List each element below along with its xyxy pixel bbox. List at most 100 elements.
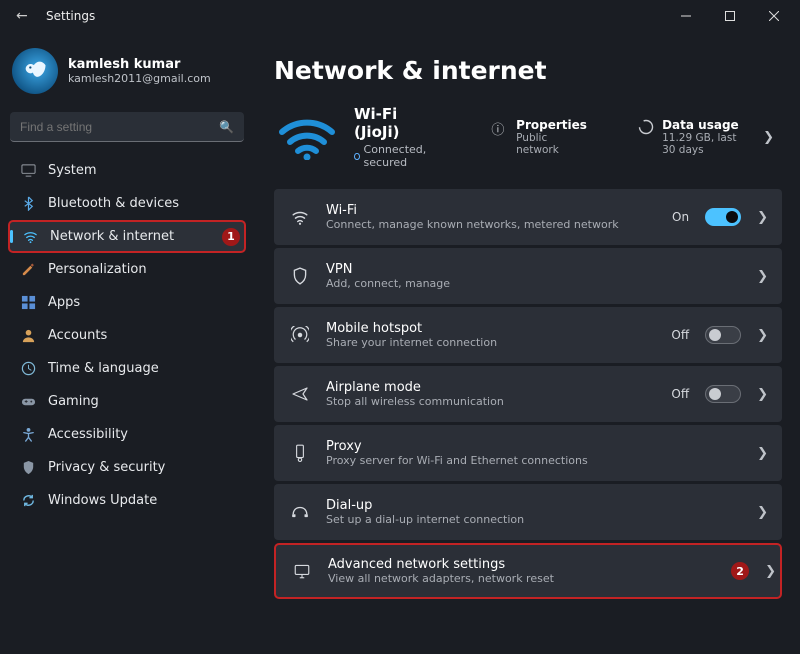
advanced-icon bbox=[292, 562, 312, 580]
window-title: Settings bbox=[46, 9, 95, 23]
maximize-button[interactable] bbox=[708, 1, 752, 31]
main-content: Network & internet Wi-Fi (JioJi) Connect… bbox=[252, 32, 800, 654]
search-box[interactable]: 🔍 bbox=[10, 112, 244, 142]
sidebar-item-label: Windows Update bbox=[48, 493, 157, 508]
row-title: Mobile hotspot bbox=[326, 321, 655, 336]
sidebar-item-accessibility[interactable]: Accessibility bbox=[8, 418, 246, 451]
row-vpn[interactable]: VPN Add, connect, manage ❯ bbox=[274, 248, 782, 304]
sidebar-item-label: Personalization bbox=[48, 262, 147, 277]
chevron-right-icon: ❯ bbox=[757, 387, 768, 402]
apps-icon bbox=[20, 295, 36, 311]
row-title: VPN bbox=[326, 262, 741, 277]
row-subtitle: Connect, manage known networks, metered … bbox=[326, 218, 656, 231]
sidebar-item-network[interactable]: Network & internet 1 bbox=[8, 220, 246, 253]
sidebar-item-label: Network & internet bbox=[50, 229, 174, 244]
row-subtitle: Share your internet connection bbox=[326, 336, 655, 349]
accounts-icon bbox=[20, 328, 36, 344]
chevron-right-icon: ❯ bbox=[765, 564, 776, 579]
chevron-right-icon: ❯ bbox=[757, 505, 768, 520]
airplane-toggle[interactable] bbox=[705, 385, 741, 403]
close-button[interactable] bbox=[752, 1, 796, 31]
row-title: Dial-up bbox=[326, 498, 741, 513]
row-subtitle: Add, connect, manage bbox=[326, 277, 741, 290]
chevron-right-icon: ❯ bbox=[757, 210, 768, 225]
sidebar-item-label: Accessibility bbox=[48, 427, 128, 442]
sidebar-item-label: System bbox=[48, 163, 96, 178]
row-subtitle: View all network adapters, network reset bbox=[328, 572, 715, 585]
time-icon bbox=[20, 361, 36, 377]
sidebar-item-label: Gaming bbox=[48, 394, 99, 409]
hotspot-icon bbox=[290, 326, 310, 344]
wifi-name: Wi-Fi (JioJi) bbox=[354, 105, 441, 141]
toggle-state-label: Off bbox=[671, 328, 689, 342]
wifi-status[interactable]: Wi-Fi (JioJi) Connected, secured bbox=[354, 105, 441, 169]
search-icon: 🔍 bbox=[219, 120, 234, 134]
dialup-icon bbox=[290, 503, 310, 521]
row-title: Wi-Fi bbox=[326, 203, 656, 218]
status-card: Wi-Fi (JioJi) Connected, secured ⓘ Prope… bbox=[274, 103, 782, 189]
bluetooth-icon bbox=[20, 196, 36, 212]
row-title: Airplane mode bbox=[326, 380, 655, 395]
toggle-state-label: On bbox=[672, 210, 689, 224]
network-icon bbox=[22, 229, 38, 245]
row-title: Advanced network settings bbox=[328, 557, 715, 572]
profile-name: kamlesh kumar bbox=[68, 57, 211, 72]
sidebar-item-label: Time & language bbox=[48, 361, 159, 376]
sidebar-item-label: Privacy & security bbox=[48, 460, 165, 475]
avatar bbox=[12, 48, 58, 94]
toggle-state-label: Off bbox=[671, 387, 689, 401]
profile[interactable]: kamlesh kumar kamlesh2011@gmail.com bbox=[8, 40, 246, 108]
proxy-icon bbox=[290, 444, 310, 462]
update-icon bbox=[20, 493, 36, 509]
row-subtitle: Stop all wireless communication bbox=[326, 395, 655, 408]
row-wifi[interactable]: Wi-Fi Connect, manage known networks, me… bbox=[274, 189, 782, 245]
row-advanced[interactable]: Advanced network settings View all netwo… bbox=[274, 543, 782, 599]
sidebar-item-gaming[interactable]: Gaming bbox=[8, 385, 246, 418]
row-subtitle: Proxy server for Wi-Fi and Ethernet conn… bbox=[326, 454, 741, 467]
titlebar: ← Settings bbox=[0, 0, 800, 32]
sidebar-item-update[interactable]: Windows Update bbox=[8, 484, 246, 517]
vpn-icon bbox=[290, 267, 310, 285]
sidebar-item-label: Bluetooth & devices bbox=[48, 196, 179, 211]
system-icon bbox=[20, 163, 36, 179]
chevron-right-icon: ❯ bbox=[757, 446, 768, 461]
wifi-toggle[interactable] bbox=[705, 208, 741, 226]
wifi-state: Connected, secured bbox=[364, 143, 442, 169]
globe-icon bbox=[354, 153, 360, 160]
chevron-right-icon: ❯ bbox=[757, 328, 768, 343]
search-input[interactable] bbox=[20, 120, 219, 134]
sidebar-item-time[interactable]: Time & language bbox=[8, 352, 246, 385]
sidebar-item-label: Apps bbox=[48, 295, 80, 310]
page-title: Network & internet bbox=[274, 56, 782, 85]
accessibility-icon bbox=[20, 427, 36, 443]
gaming-icon bbox=[20, 394, 36, 410]
wifi-signal-icon bbox=[276, 113, 338, 161]
sidebar-item-personalization[interactable]: Personalization bbox=[8, 253, 246, 286]
airplane-icon bbox=[290, 385, 310, 403]
profile-email: kamlesh2011@gmail.com bbox=[68, 72, 211, 85]
row-dialup[interactable]: Dial-up Set up a dial-up internet connec… bbox=[274, 484, 782, 540]
sidebar-item-apps[interactable]: Apps bbox=[8, 286, 246, 319]
sidebar: kamlesh kumar kamlesh2011@gmail.com 🔍 Sy… bbox=[0, 32, 252, 654]
back-button[interactable]: ← bbox=[16, 8, 38, 24]
row-airplane[interactable]: Airplane mode Stop all wireless communic… bbox=[274, 366, 782, 422]
row-hotspot[interactable]: Mobile hotspot Share your internet conne… bbox=[274, 307, 782, 363]
sidebar-item-label: Accounts bbox=[48, 328, 107, 343]
properties-link[interactable]: ⓘ Properties Public network bbox=[491, 118, 588, 156]
row-proxy[interactable]: Proxy Proxy server for Wi-Fi and Etherne… bbox=[274, 425, 782, 481]
callout-badge-2: 2 bbox=[731, 562, 749, 580]
chevron-right-icon[interactable]: ❯ bbox=[759, 130, 778, 145]
privacy-icon bbox=[20, 460, 36, 476]
sidebar-item-system[interactable]: System bbox=[8, 154, 246, 187]
sidebar-item-accounts[interactable]: Accounts bbox=[8, 319, 246, 352]
callout-badge-1: 1 bbox=[222, 228, 240, 246]
row-subtitle: Set up a dial-up internet connection bbox=[326, 513, 741, 526]
hotspot-toggle[interactable] bbox=[705, 326, 741, 344]
wifi-icon bbox=[290, 208, 310, 226]
data-usage-link[interactable]: Data usage 11.29 GB, last 30 days bbox=[638, 118, 743, 156]
info-icon: ⓘ bbox=[491, 119, 508, 138]
sidebar-item-privacy[interactable]: Privacy & security bbox=[8, 451, 246, 484]
sidebar-item-bluetooth[interactable]: Bluetooth & devices bbox=[8, 187, 246, 220]
minimize-button[interactable] bbox=[664, 1, 708, 31]
row-title: Proxy bbox=[326, 439, 741, 454]
